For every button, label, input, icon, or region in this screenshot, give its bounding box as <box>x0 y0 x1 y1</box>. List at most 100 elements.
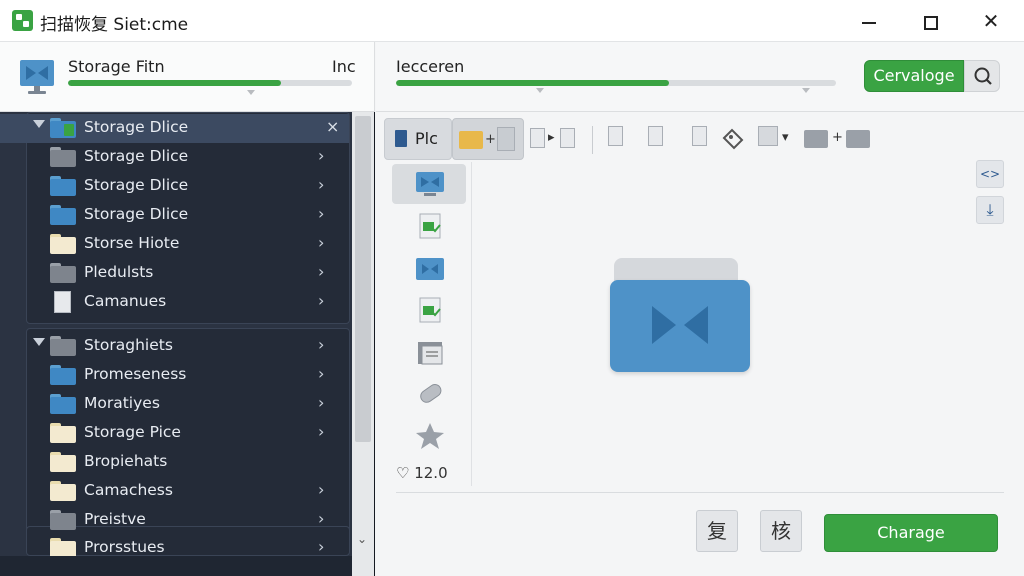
list-dropdown-icon[interactable] <box>758 126 778 146</box>
maximize-icon <box>924 15 938 30</box>
left-progress-bar <box>68 80 352 86</box>
document-icon[interactable] <box>530 128 545 148</box>
eraser-icon <box>420 384 442 403</box>
folder-icon <box>50 205 76 225</box>
folder-icon <box>50 394 76 414</box>
chevron-right-icon[interactable]: › <box>318 364 324 383</box>
folder-icon <box>50 365 76 385</box>
chevron-right-icon[interactable]: › <box>318 480 324 499</box>
footer-divider <box>396 492 1004 493</box>
folder-gray-icon[interactable] <box>804 130 828 148</box>
sidebar-item[interactable]: Storage Dlice › <box>0 201 349 230</box>
tag-icon[interactable] <box>720 126 746 152</box>
blank-page-icon[interactable] <box>648 126 663 146</box>
chevron-right-icon[interactable]: › <box>318 175 324 194</box>
sidebar-item[interactable]: Storage Dlice › <box>0 172 349 201</box>
folder-body <box>50 121 76 138</box>
folder-gray-icon[interactable] <box>846 130 870 148</box>
swap-button[interactable]: <> <box>976 160 1004 188</box>
sidebar-item-label: Storse Hiote <box>84 234 180 252</box>
left-progress-marker <box>247 90 255 95</box>
maximize-button[interactable] <box>918 8 944 34</box>
minimize-icon <box>862 21 876 24</box>
sidebar-item[interactable]: Storage Pice › <box>0 419 349 448</box>
side-item-image-check[interactable] <box>392 206 466 246</box>
sidebar-item[interactable]: Moratiyes › <box>0 390 349 419</box>
folder-icon <box>50 147 76 167</box>
folder-body <box>50 339 76 356</box>
chevron-right-icon[interactable]: › <box>318 393 324 412</box>
restore-char-button[interactable]: 复 <box>696 510 738 552</box>
sidebar-item-label: Preistve <box>84 510 146 528</box>
sidebar-item-label: Storage Dlice <box>84 205 189 223</box>
toolbar-divider <box>592 126 593 154</box>
sidebar-scroll-thumb[interactable] <box>355 116 371 442</box>
sidebar-item[interactable]: Promeseness › <box>0 361 349 390</box>
download-button[interactable]: ⤓ <box>976 196 1004 224</box>
sidebar-item[interactable]: Storse Hiote › <box>0 230 349 259</box>
chevron-right-icon[interactable]: › <box>318 262 324 281</box>
chevron-right-icon[interactable]: › <box>318 291 324 310</box>
chevron-right-icon[interactable]: › <box>318 335 324 354</box>
sidebar-item-label: Storage Dlice <box>84 176 189 194</box>
sidebar-item-label: Storaghiets <box>84 336 173 354</box>
side-item-eraser[interactable] <box>392 374 466 414</box>
right-tools: <> ⤓ <box>976 160 1004 230</box>
window-title: 扫描恢复 Siet:cme <box>40 15 189 35</box>
chevron-right-icon[interactable]: › <box>318 537 324 556</box>
note-icon[interactable] <box>692 126 707 146</box>
page-icon[interactable] <box>608 126 623 146</box>
folder-icon <box>50 538 76 558</box>
image-check-icon <box>419 213 441 239</box>
chevron-right-icon[interactable]: › <box>318 233 324 252</box>
file-button[interactable]: Plc <box>384 118 452 160</box>
side-item-star[interactable] <box>392 416 466 456</box>
sidebar-item[interactable]: Bropiehats <box>0 448 349 477</box>
scroll-down-icon[interactable]: ⌄ <box>357 532 367 546</box>
sidebar-item[interactable]: Camachess › <box>0 477 349 506</box>
sidebar-item[interactable]: Pledulsts › <box>0 259 349 288</box>
sidebar-item[interactable]: Storage Dlice × <box>0 114 349 143</box>
document-icon <box>54 291 71 313</box>
expand-arrow-icon[interactable] <box>33 120 45 128</box>
dropdown-chevron-icon[interactable]: ▾ <box>782 130 789 145</box>
side-item-image-check-2[interactable] <box>392 290 466 330</box>
side-item-folder[interactable] <box>392 248 466 288</box>
left-header: Storage Fitn Inc <box>0 42 375 112</box>
right-progress-marker-2 <box>802 88 810 93</box>
folder-body <box>50 237 76 254</box>
sidebar-scrollbar[interactable]: ⌄ <box>352 112 374 576</box>
search-button[interactable] <box>964 60 1000 92</box>
side-item-archive[interactable] <box>392 332 466 372</box>
expand-arrow-icon[interactable] <box>33 338 45 346</box>
chevron-right-icon[interactable]: › <box>318 422 324 441</box>
folder-icon <box>50 176 76 196</box>
folder-icon <box>50 481 76 501</box>
chevron-right-icon[interactable]: › <box>318 509 324 528</box>
folder-icon <box>50 118 76 138</box>
chevron-right-icon[interactable]: › <box>318 204 324 223</box>
add-folder-button[interactable]: + <box>452 118 524 160</box>
sidebar-item[interactable]: Camanues › <box>0 288 349 317</box>
right-progress-marker-1 <box>536 88 544 93</box>
close-button[interactable]: ✕ <box>978 8 1004 34</box>
file-button-label: Plc <box>415 129 438 148</box>
primary-action-button[interactable]: Cervaloge <box>864 60 964 92</box>
sidebar-item-label: Camachess <box>84 481 173 499</box>
folder-body <box>50 513 76 530</box>
verify-char-button[interactable]: 核 <box>760 510 802 552</box>
close-icon[interactable]: × <box>326 117 339 136</box>
folder-icon <box>459 131 483 149</box>
folder-body <box>50 179 76 196</box>
content-area <box>472 162 1008 486</box>
sidebar-item[interactable]: Storaghiets › <box>0 332 349 361</box>
minimize-button[interactable] <box>856 8 882 34</box>
sidebar-item[interactable]: Preistve › <box>0 506 349 535</box>
monitor-icon <box>20 60 54 94</box>
chevron-right-icon[interactable]: › <box>318 146 324 165</box>
apply-button[interactable]: Charage <box>824 514 998 552</box>
document-lines-icon[interactable] <box>560 128 575 148</box>
sidebar-item[interactable]: Storage Dlice › <box>0 143 349 172</box>
folder-icon <box>50 234 76 254</box>
side-item-monitor[interactable] <box>392 164 466 204</box>
